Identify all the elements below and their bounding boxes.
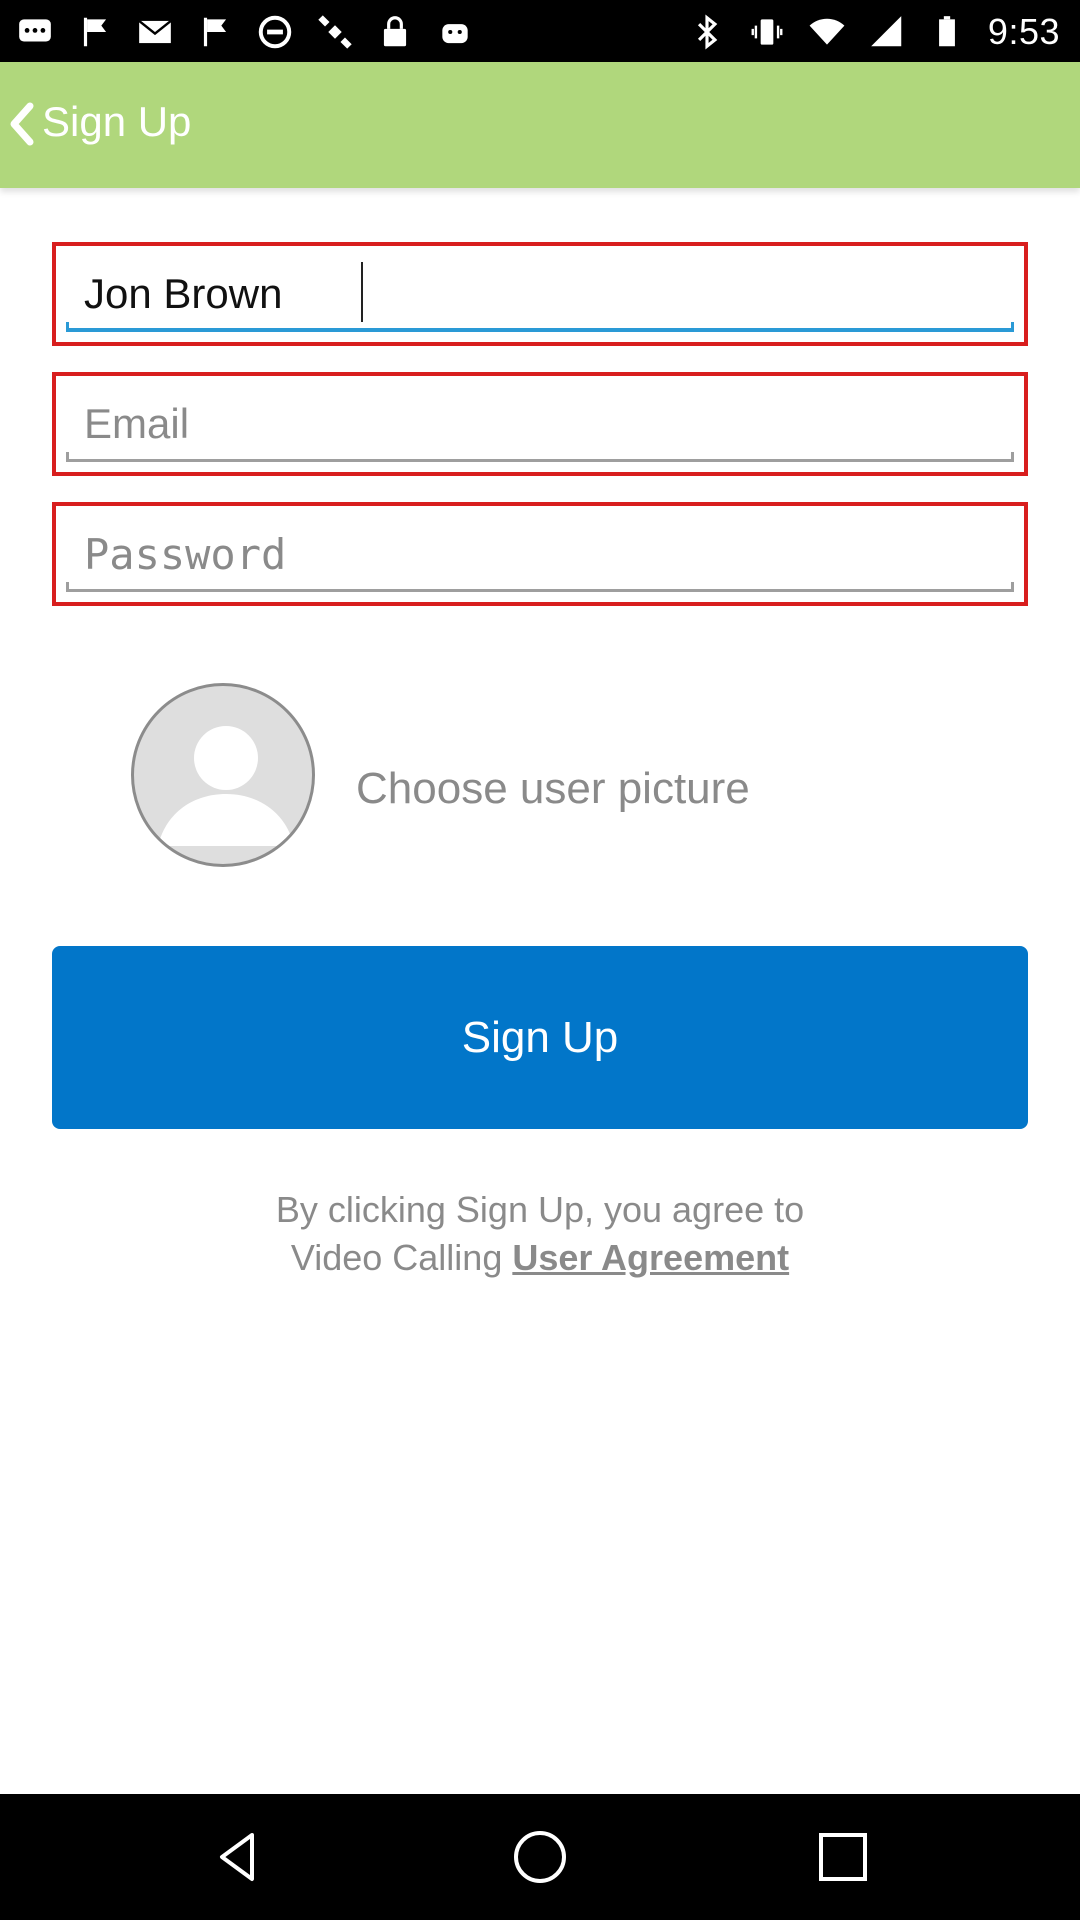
navigation-bar — [0, 1794, 1080, 1920]
password-field[interactable] — [66, 514, 1014, 594]
back-icon[interactable] — [208, 1827, 268, 1887]
name-field-box — [52, 242, 1028, 346]
text-cursor — [361, 262, 363, 322]
back-chevron-icon[interactable] — [8, 102, 36, 146]
vibrate-icon — [751, 19, 783, 45]
name-field-underline — [66, 322, 1014, 332]
battery-icon — [939, 16, 955, 47]
system-icons: 9:53 — [688, 10, 1060, 54]
home-icon[interactable] — [510, 1827, 570, 1887]
sign-up-button[interactable]: Sign Up — [52, 946, 1028, 1129]
password-field-box — [52, 502, 1028, 606]
lock-icon — [383, 16, 407, 47]
satellite-icon — [318, 15, 352, 49]
messages-icon — [19, 19, 51, 42]
page-title[interactable]: Sign Up — [42, 98, 191, 146]
flag-icon — [203, 17, 227, 47]
user-agreement-link[interactable]: User Agreement — [512, 1237, 789, 1278]
password-field-underline — [66, 582, 1014, 592]
flag-icon — [83, 17, 107, 47]
android-icon — [442, 24, 468, 44]
wifi-icon — [809, 18, 845, 45]
agreement-prefix: Video Calling — [290, 1237, 513, 1278]
status-bar: 9:53 — [0, 0, 1080, 62]
bluetooth-icon — [697, 14, 718, 50]
avatar-placeholder-icon[interactable] — [131, 683, 315, 867]
email-field-box — [52, 372, 1028, 476]
choose-picture-label[interactable]: Choose user picture — [356, 764, 750, 814]
clock: 9:53 — [987, 11, 1060, 52]
signal-icon — [871, 16, 902, 47]
agreement-text: By clicking Sign Up, you agree to Video … — [0, 1186, 1080, 1282]
notification-icons — [16, 10, 474, 54]
mail-icon — [138, 19, 172, 44]
blocked-icon — [258, 15, 292, 49]
email-field-underline — [66, 452, 1014, 462]
agreement-line-2: Video Calling User Agreement — [0, 1234, 1080, 1282]
action-bar: Sign Up — [0, 62, 1080, 188]
email-field[interactable] — [66, 384, 1014, 464]
agreement-line-1: By clicking Sign Up, you agree to — [275, 1189, 805, 1230]
recents-icon[interactable] — [813, 1827, 873, 1887]
name-field[interactable] — [66, 254, 1014, 334]
